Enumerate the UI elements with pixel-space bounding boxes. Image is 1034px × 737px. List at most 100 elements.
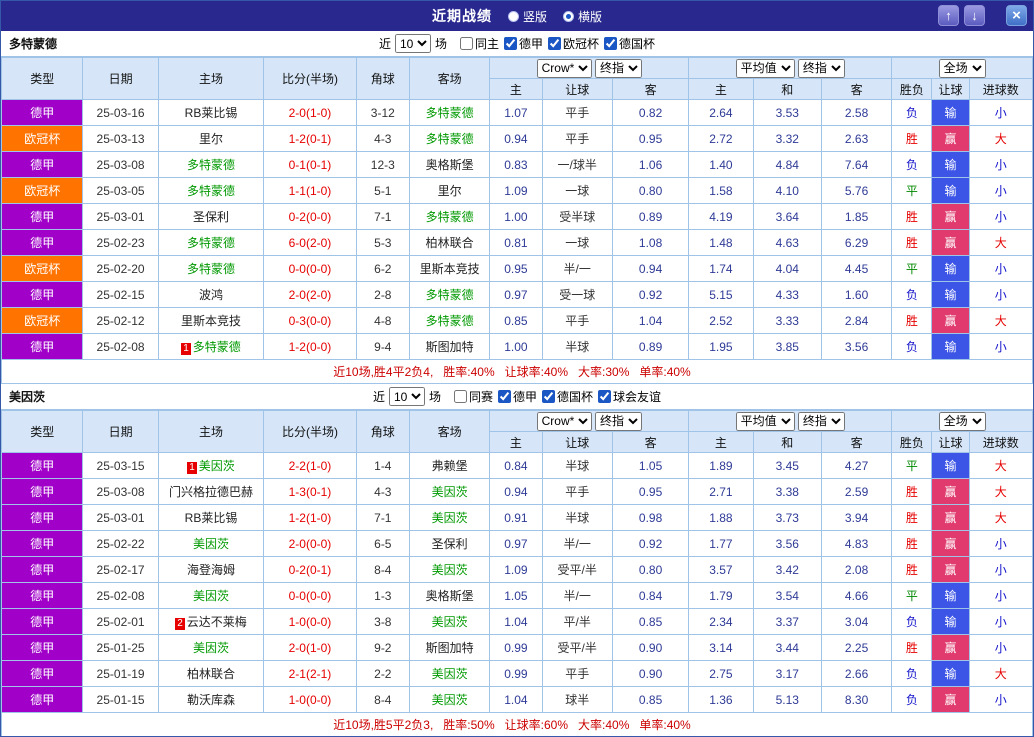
filter-label: 同赛: [468, 390, 493, 404]
move-down-button[interactable]: ↓: [964, 5, 985, 26]
match-date: 25-01-15: [82, 686, 159, 713]
team-name: 多特蒙德: [425, 132, 474, 146]
filter-option[interactable]: 同主: [459, 35, 499, 52]
average-select[interactable]: 平均值: [735, 58, 795, 78]
team-name-label: 美因茨: [9, 390, 46, 404]
team-name: 柏林联合: [425, 236, 474, 250]
average-odds-value: 4.27: [820, 452, 893, 479]
home-team-cell: 美因茨: [157, 582, 265, 609]
subcol-home-odds: 主: [489, 78, 543, 100]
final-odds-select[interactable]: 终指: [594, 411, 642, 431]
match-row: 德甲 25-02-08 1 多特蒙德 1-2(0-0) 9-4 斯图加特 1.00 半球 0.89…: [1, 333, 1033, 360]
handicap-result-cell: 输: [931, 255, 970, 282]
odds-value: 1.09: [489, 177, 543, 204]
filter-checkbox[interactable]: [598, 390, 612, 403]
filter-checkbox[interactable]: [504, 37, 517, 50]
bookmaker-select[interactable]: Crow*: [536, 58, 592, 78]
away-team-cell: 斯图加特: [408, 634, 491, 661]
fulltime-select[interactable]: 全场: [938, 411, 986, 431]
team-name: 多特蒙德: [425, 210, 474, 224]
match-row: 德甲 25-02-08 美因茨 0-0(0-0) 1-3 奥格斯堡 1.05 半/一 0.84 1…: [1, 582, 1033, 609]
move-up-button[interactable]: ↑: [938, 5, 959, 26]
league-badge: 欧冠杯: [1, 177, 84, 204]
handicap-line: 受半球: [541, 203, 613, 230]
filter-checkbox[interactable]: [498, 390, 511, 403]
filter-option[interactable]: 德甲: [504, 35, 543, 52]
filter-option[interactable]: 球会友谊: [598, 388, 661, 405]
filter-option[interactable]: 德国杯: [542, 388, 593, 405]
final-odds-select[interactable]: 终指: [797, 411, 845, 431]
away-team-cell: 美因茨: [408, 556, 491, 583]
away-team-cell: 多特蒙德: [408, 99, 491, 126]
corner-score: 12-3: [355, 151, 410, 178]
filter-checkbox[interactable]: [604, 37, 618, 50]
subcol-away-avg: 客: [820, 78, 893, 100]
average-odds-value: 2.52: [688, 307, 754, 334]
radio-icon[interactable]: [507, 10, 519, 22]
filter-option[interactable]: 同赛: [453, 388, 493, 405]
near-label: 近: [378, 37, 391, 51]
summary-text: 让球率:60%: [504, 718, 569, 732]
goals-cell: 小: [968, 582, 1033, 609]
odds-value: 0.80: [611, 556, 690, 583]
fulltime-select[interactable]: 全场: [938, 58, 986, 78]
team-name: 里尔: [198, 132, 223, 146]
layout-vertical-option[interactable]: 竖版: [507, 8, 547, 25]
match-count-select[interactable]: 10: [394, 34, 431, 53]
home-team-cell: 门兴格拉德巴赫: [157, 478, 265, 505]
average-odds-value: 5.15: [688, 281, 754, 308]
home-team-cell: 多特蒙德: [157, 229, 265, 256]
average-odds-value: 4.66: [820, 582, 893, 609]
handicap-line: 一/球半: [541, 151, 613, 178]
match-date: 25-02-01: [82, 608, 159, 635]
home-team-cell: 1 美因茨: [157, 452, 265, 479]
odds-value: 0.99: [489, 660, 543, 687]
odds-value: 0.92: [611, 281, 690, 308]
filter-checkbox[interactable]: [548, 37, 562, 50]
subcol-draw-avg: 和: [752, 78, 822, 100]
summary-text: 单率:40%: [639, 718, 691, 732]
close-icon[interactable]: ×: [1006, 5, 1027, 26]
average-odds-value: 2.58: [820, 99, 893, 126]
average-odds-value: 2.25: [820, 634, 893, 661]
average-odds-value: 2.08: [820, 556, 893, 583]
odds-value: 0.81: [489, 229, 543, 256]
match-score: 2-0(1-0): [263, 99, 357, 126]
average-select[interactable]: 平均值: [735, 411, 795, 431]
handicap-line: 半/一: [541, 255, 613, 282]
match-count-select[interactable]: 10: [388, 387, 425, 406]
odds-value: 0.84: [489, 452, 543, 479]
goals-cell: 小: [968, 634, 1033, 661]
average-odds-value: 4.19: [688, 203, 754, 230]
team-name: 美因茨: [431, 485, 468, 499]
radio-icon[interactable]: [563, 10, 574, 22]
match-score: 1-1(1-0): [263, 177, 357, 204]
goals-cell: 大: [968, 307, 1033, 334]
summary-text: 近10场,胜4平2负4,: [333, 365, 434, 379]
filter-option[interactable]: 德甲: [498, 388, 537, 405]
final-odds-select[interactable]: 终指: [594, 58, 642, 78]
final-odds-select[interactable]: 终指: [797, 58, 845, 78]
layout-horizontal-option[interactable]: 横版: [563, 8, 602, 25]
result-cell: 胜: [891, 556, 933, 583]
summary-text: 大率:40%: [578, 718, 630, 732]
match-row: 欧冠杯 25-03-13 里尔 1-2(0-1) 4-3 多特蒙德 0.94 平手 0.95 2.…: [1, 125, 1033, 152]
filter-checkbox[interactable]: [459, 37, 473, 50]
goals-cell: 小: [968, 608, 1033, 635]
corner-score: 6-2: [355, 255, 410, 282]
league-badge: 德甲: [1, 99, 84, 126]
average-odds-value: 2.72: [688, 125, 754, 152]
filter-option[interactable]: 欧冠杯: [548, 35, 599, 52]
games-label: 场: [428, 390, 441, 404]
filter-checkbox[interactable]: [542, 390, 556, 403]
team-name: 斯图加特: [425, 340, 474, 354]
average-odds-value: 1.48: [688, 229, 754, 256]
filter-checkbox[interactable]: [453, 390, 467, 403]
bookmaker-select[interactable]: Crow*: [536, 411, 592, 431]
match-score: 1-2(0-0): [263, 333, 357, 360]
match-score: 6-0(2-0): [263, 229, 357, 256]
handicap-line: 平手: [541, 660, 613, 687]
average-odds-value: 1.85: [820, 203, 893, 230]
filter-option[interactable]: 德国杯: [604, 35, 655, 52]
average-odds-value: 2.71: [688, 478, 754, 505]
